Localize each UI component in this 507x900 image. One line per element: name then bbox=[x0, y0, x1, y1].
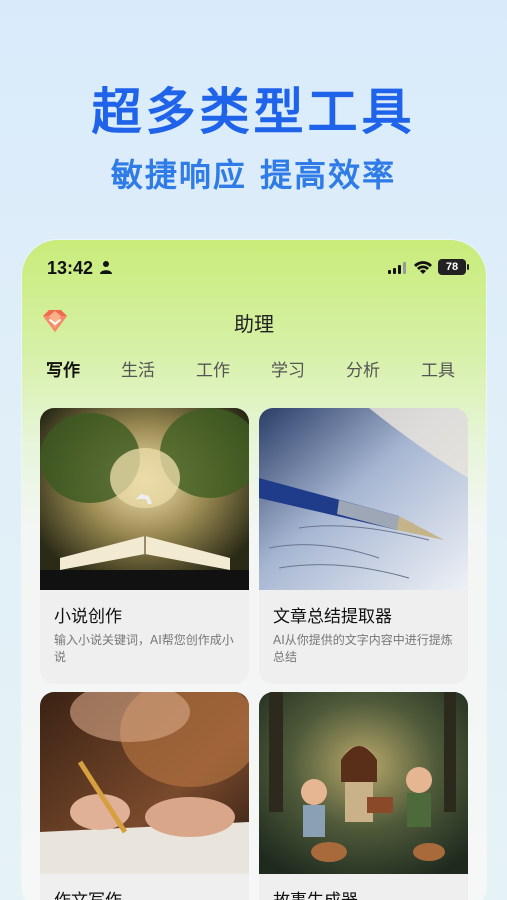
app-header: 助理 bbox=[22, 302, 486, 342]
tab-tools[interactable]: 工具 bbox=[421, 356, 455, 381]
hero-subtitle: 敏捷响应 提高效率 bbox=[110, 156, 397, 194]
tool-card-novel[interactable]: 小说创作 输入小说关键词，AI帮您创作成小说 bbox=[40, 408, 249, 684]
card-title: 故事生成器 bbox=[273, 886, 358, 900]
tab-life[interactable]: 生活 bbox=[121, 356, 155, 381]
tab-analysis[interactable]: 分析 bbox=[346, 356, 380, 381]
battery-indicator: 78 bbox=[438, 259, 469, 275]
tab-work[interactable]: 工作 bbox=[196, 356, 230, 381]
signal-icon bbox=[388, 262, 406, 274]
card-description: AI从你提供的文字内容中进行提炼总结 bbox=[273, 633, 453, 664]
person-icon bbox=[100, 261, 112, 274]
tool-card-essay[interactable]: 作文写作 bbox=[40, 692, 249, 900]
page-title: 助理 bbox=[234, 312, 274, 336]
tab-writing[interactable]: 写作 bbox=[46, 356, 80, 381]
status-bar: 13:42 78 bbox=[22, 240, 486, 296]
pen-image bbox=[259, 408, 468, 590]
card-title: 文章总结提取器 bbox=[273, 607, 392, 627]
tool-card-story[interactable]: 故事生成器 bbox=[259, 692, 468, 900]
tab-study[interactable]: 学习 bbox=[271, 356, 305, 381]
card-title: 小说创作 bbox=[54, 607, 122, 627]
phone-frame: 13:42 78 助理 写作 生活 工作 学习 分析 工具 小说创作 输入小说关… bbox=[22, 240, 486, 900]
story-image bbox=[259, 692, 468, 874]
card-title: 作文写作 bbox=[54, 886, 122, 900]
writing-image bbox=[40, 692, 249, 874]
hero-title: 超多类型工具 bbox=[91, 83, 416, 141]
novel-image bbox=[40, 408, 249, 590]
card-description: 输入小说关键词，AI帮您创作成小说 bbox=[54, 633, 234, 664]
tool-card-summary[interactable]: 文章总结提取器 AI从你提供的文字内容中进行提炼总结 bbox=[259, 408, 468, 684]
category-tabs: 写作 生活 工作 学习 分析 工具 bbox=[22, 356, 486, 386]
status-time: 13:42 bbox=[47, 258, 94, 278]
wifi-icon bbox=[414, 261, 432, 274]
